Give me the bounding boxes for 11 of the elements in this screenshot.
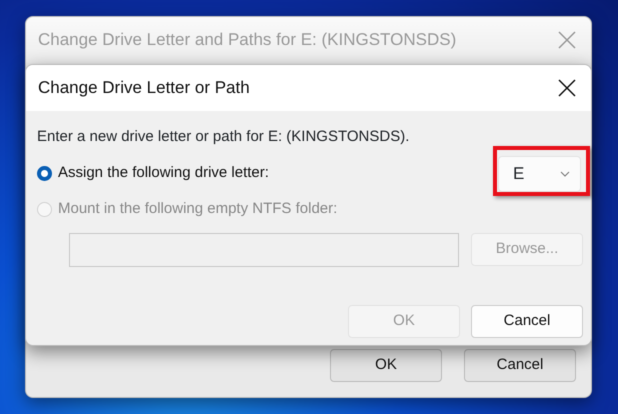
chevron-down-icon xyxy=(560,170,570,176)
radio-button[interactable] xyxy=(37,166,52,181)
window-title: Change Drive Letter and Paths for E: (KINGSTONSDS) xyxy=(38,29,456,52)
dialog-button[interactable]: OK xyxy=(330,349,442,382)
option-label: Mount in the following empty NTFS folder: xyxy=(58,199,338,220)
dialog-title: Change Drive Letter or Path xyxy=(38,77,250,100)
dialog-button[interactable]: Cancel xyxy=(471,304,583,338)
drive-letter-dropdown[interactable]: E xyxy=(498,156,581,192)
option-label: Assign the following drive letter: xyxy=(58,163,269,184)
instruction-text: Enter a new drive letter or path for E: (KINGSTONSDS). xyxy=(37,127,410,147)
dialog-button[interactable]: Cancel xyxy=(464,349,576,382)
